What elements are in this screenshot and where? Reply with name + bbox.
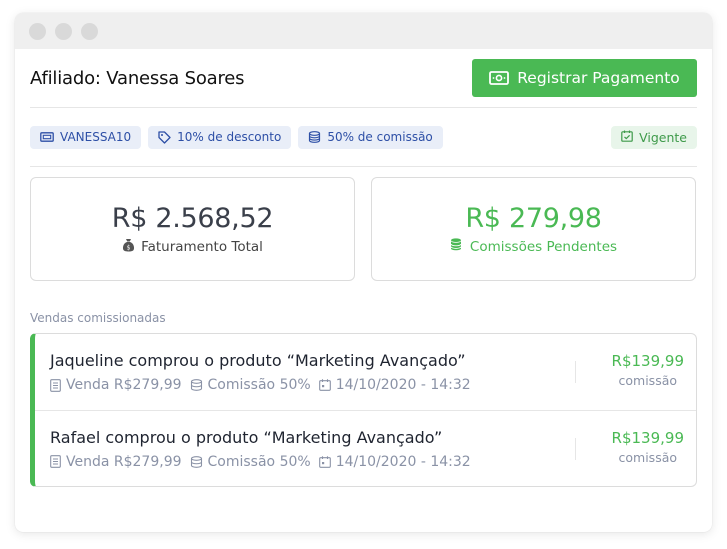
commission-tag: 50% de comissão <box>298 125 443 149</box>
window-titlebar <box>15 13 712 49</box>
coins-icon <box>190 455 203 468</box>
commission-caption: comissão <box>618 373 678 388</box>
list-item[interactable]: Jaqueline comprou o produto “Marketing A… <box>35 334 696 410</box>
status-badge: Vigente <box>611 125 697 149</box>
register-payment-label: Registrar Pagamento <box>517 69 680 87</box>
date-meta: 14/10/2020 - 14:32 <box>318 377 471 393</box>
coupon-tag: VANESSA10 <box>30 125 142 149</box>
list-item[interactable]: Rafael comprou o produto “Marketing Avan… <box>35 410 696 486</box>
commission-label: 50% de comissão <box>327 130 433 144</box>
affiliate-panel: Afiliado: Vanessa Soares Registrar Pagam… <box>15 49 712 487</box>
window-maximize-dot[interactable] <box>81 22 98 40</box>
sale-value: Venda R$279,99 <box>66 377 182 393</box>
revenue-label-row: $ Faturamento Total <box>122 238 263 256</box>
money-bag-icon: $ <box>122 238 135 256</box>
commission-meta: Comissão 50% <box>190 454 311 470</box>
pending-commissions-card: R$ 279,98 Comissões Pendentes <box>371 177 696 281</box>
register-payment-button[interactable]: Registrar Pagamento <box>472 59 697 97</box>
commission-amount: R$139,99 <box>611 352 684 370</box>
panel-header: Afiliado: Vanessa Soares Registrar Pagam… <box>30 49 697 108</box>
receipt-icon <box>50 455 61 468</box>
pending-commissions-value: R$ 279,98 <box>465 203 602 234</box>
revenue-card: R$ 2.568,52 $ Faturamento Total <box>30 177 355 281</box>
sale-value: Venda R$279,99 <box>66 453 182 470</box>
revenue-label: Faturamento Total <box>141 238 263 255</box>
ticket-icon <box>40 132 54 142</box>
sale-title: Jaqueline comprou o produto “Marketing A… <box>50 351 466 370</box>
page-title: Afiliado: Vanessa Soares <box>30 67 245 89</box>
receipt-icon <box>50 378 61 392</box>
discount-label: 10% de desconto <box>177 130 282 144</box>
commission-rate: Comissão 50% <box>207 377 311 393</box>
calendar-check-icon <box>621 130 633 145</box>
calendar-icon <box>318 455 331 468</box>
commissioned-sales-list: Jaqueline comprou o produto “Marketing A… <box>30 333 697 487</box>
sale-meta: Venda R$279,99 Comissão 50% 14/10/2020 -… <box>50 377 471 393</box>
pending-commissions-label-row: Comissões Pendentes <box>450 238 617 255</box>
sale-title: Rafael comprou o produto “Marketing Avan… <box>50 427 443 447</box>
tags-row: VANESSA10 10% de desconto 50% de comissã… <box>30 108 697 167</box>
date-meta: 14/10/2020 - 14:32 <box>318 453 471 470</box>
coins-icon <box>190 379 203 391</box>
revenue-value: R$ 2.568,52 <box>111 202 274 234</box>
stats-row: R$ 2.568,52 $ Faturamento Total R$ 279,9… <box>30 177 697 281</box>
pending-commissions-label: Comissões Pendentes <box>469 238 618 255</box>
sale-commission: R$139,99 comissão <box>574 352 684 388</box>
status-label: Vigente <box>639 129 687 145</box>
sale-info: Jaqueline comprou o produto “Marketing A… <box>50 351 471 393</box>
sale-date: 14/10/2020 - 14:32 <box>335 377 471 393</box>
sale-amount-meta: Venda R$279,99 <box>50 377 182 393</box>
commission-rate: Comissão 50% <box>207 453 311 470</box>
sale-info: Rafael comprou o produto “Marketing Avan… <box>50 428 471 470</box>
calendar-icon <box>318 379 331 391</box>
sale-meta: Venda R$279,99 Comissão 50% 14/10/2020 -… <box>50 454 471 470</box>
sales-section-label: Vendas comissionadas <box>30 311 166 325</box>
coins-icon <box>450 238 464 255</box>
coupon-code: VANESSA10 <box>60 130 132 144</box>
window-close-dot[interactable] <box>29 22 46 40</box>
tag-icon <box>158 130 171 144</box>
sale-commission: R$139,99 comissão <box>574 429 684 465</box>
window-minimize-dot[interactable] <box>55 22 72 40</box>
svg-text:$: $ <box>127 244 131 251</box>
commission-amount: R$139,99 <box>611 428 684 447</box>
sale-date: 14/10/2020 - 14:32 <box>335 453 471 470</box>
discount-tag: 10% de desconto <box>148 125 292 149</box>
sale-amount-meta: Venda R$279,99 <box>50 454 182 470</box>
commission-caption: comissão <box>618 449 678 465</box>
banknote-icon <box>489 71 510 85</box>
app-window: Afiliado: Vanessa Soares Registrar Pagam… <box>15 13 712 532</box>
commission-meta: Comissão 50% <box>190 377 311 393</box>
coins-icon <box>308 131 321 143</box>
affiliate-tags: VANESSA10 10% de desconto 50% de comissã… <box>30 125 443 149</box>
